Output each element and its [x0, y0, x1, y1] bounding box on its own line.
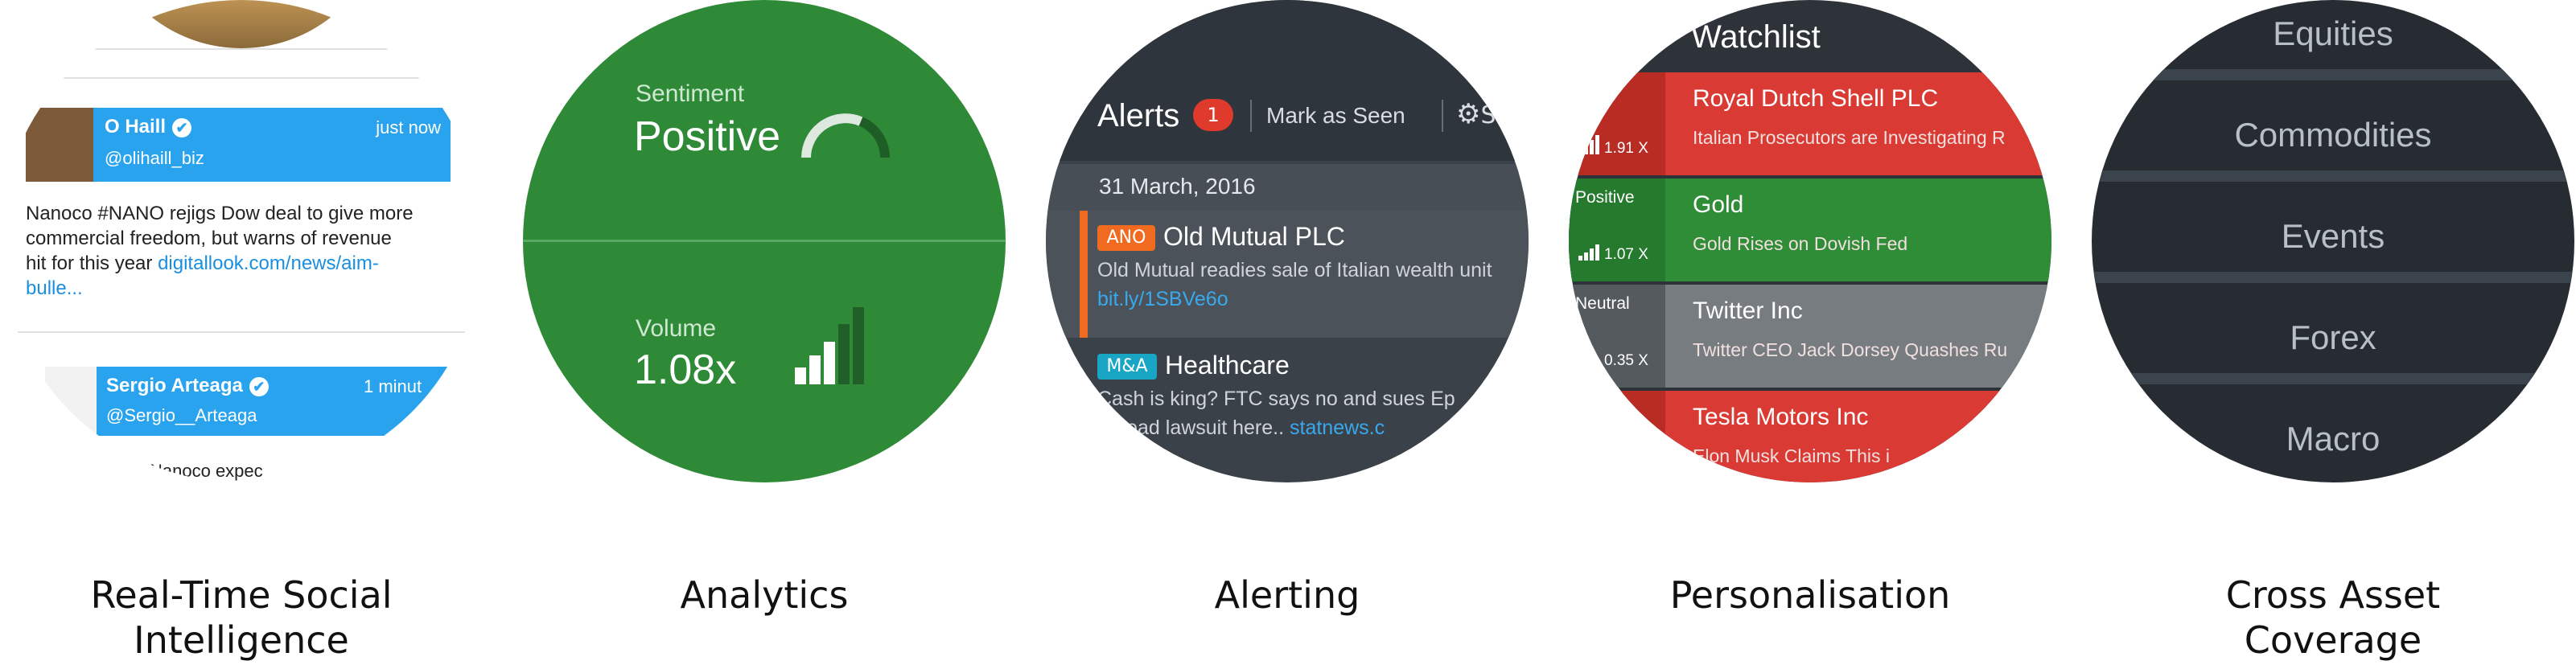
tweet-handle[interactable]: @olihaill_biz — [105, 148, 204, 169]
sentiment-label: Sentiment — [636, 80, 745, 107]
watchlist-sentiment-cell: Neutral 0.35 X — [1569, 285, 1665, 388]
asset-item-events[interactable]: Events — [2092, 217, 2574, 256]
divider — [88, 48, 394, 50]
caption-social: Real-Time Social Intelligence — [90, 573, 393, 662]
volume-value: 1.91 X — [1604, 140, 1648, 157]
cross-asset-circle: Equities Commodities Events Forex Macro — [2092, 0, 2574, 482]
alert-company[interactable]: Healthcare — [1165, 351, 1290, 380]
watchlist-headline: Gold Rises on Dovish Fed — [1693, 233, 1908, 254]
tweet-time: 1 minut — [364, 376, 422, 396]
watchlist-headline: Elon Musk Claims This i — [1693, 445, 1890, 466]
alert-text: Old Mutual readies sale of Italian wealt… — [1097, 259, 1492, 281]
alert-company[interactable]: Old Mutual PLC — [1163, 222, 1345, 252]
tweet-body: Nanoco #NANO rejigs Dow deal to give mor… — [26, 201, 460, 301]
sentiment-label: Neutral — [1575, 294, 1630, 313]
divider — [1250, 100, 1252, 132]
sentiment-label: Positive — [1575, 188, 1635, 207]
alert-tag-ano: ANO — [1097, 225, 1155, 251]
alert-text: Cash is king? FTC says no and sues Ep — [1097, 388, 1455, 410]
tweet-author-name[interactable]: Sergio Arteaga ✔ — [106, 375, 269, 397]
watchlist-sentiment-cell: Positive 1.07 X — [1569, 179, 1665, 281]
tweet-header: Sergio Arteaga ✔ @Sergio__Arteaga 1 minut — [97, 367, 451, 436]
divider — [16, 331, 467, 333]
settings-gear-icon[interactable]: ⚙S — [1456, 98, 1496, 130]
sentiment-label: ative — [1575, 82, 1611, 101]
asset-item-equities[interactable]: Equities — [2092, 14, 2574, 53]
mark-as-seen-button[interactable]: Mark as Seen — [1266, 103, 1405, 129]
profile-photo — [97, 0, 386, 48]
asset-item-commodities[interactable]: Commodities — [2092, 116, 2574, 154]
watchlist-headline: Twitter CEO Jack Dorsey Quashes Ru — [1693, 339, 2008, 360]
volume-bar — [853, 307, 864, 384]
volume-label: Volume — [636, 315, 717, 342]
watchlist-name[interactable]: Twitter Inc — [1693, 298, 1803, 325]
tweet-time: just now — [376, 117, 441, 137]
watchlist-title: Watchlist — [1691, 19, 1821, 55]
watchlist-name[interactable]: Royal Dutch Shell PLC — [1693, 85, 1938, 113]
caption-analytics: Analytics — [680, 573, 849, 617]
alerting-circle: Alerts 1 Mark as Seen ⚙S 31 March, 2016 … — [1046, 0, 1529, 482]
volume-bar — [795, 367, 806, 384]
alert-link[interactable]: bit.ly/1SBVe6o — [1097, 288, 1228, 311]
tweet-link-continued[interactable]: bulle... — [26, 276, 460, 301]
personalisation-circle: Watchlist ative 1.91 X Royal Dutch Shell… — [1569, 0, 2051, 482]
divider — [56, 77, 426, 79]
volume-value: 1.08x — [634, 347, 737, 393]
asset-item-macro[interactable]: Macro — [2092, 420, 2574, 458]
alerts-title: Alerts — [1097, 98, 1180, 133]
volume-bar — [809, 355, 821, 384]
sentiment-gauge-icon — [801, 113, 890, 158]
divider — [523, 240, 1006, 242]
volume-value: 0.35 X — [1604, 352, 1648, 369]
watchlist-row[interactable]: ative 1.91 X Royal Dutch Shell PLC Itali… — [1569, 72, 2051, 175]
watchlist-name[interactable]: Gold — [1693, 191, 1743, 219]
caption-personalisation: Personalisation — [1669, 573, 1951, 617]
divider — [2092, 272, 2574, 283]
alert-tag-ma: M&A — [1097, 354, 1157, 380]
watchlist-sentiment-cell: ative 1.91 X — [1569, 72, 1665, 175]
divider — [2092, 373, 2574, 384]
divider — [2092, 170, 2574, 182]
watchlist-row[interactable]: Neutral 0.35 X Twitter Inc Twitter CEO J… — [1569, 285, 2051, 388]
asset-item-forex[interactable]: Forex — [2092, 318, 2574, 357]
caption-alerting: Alerting — [1214, 573, 1360, 617]
alerts-header — [1046, 0, 1529, 161]
analytics-circle: Sentiment Positive Volume 1.08x — [523, 0, 1006, 482]
watchlist-name[interactable]: Tesla Motors Inc — [1693, 404, 1868, 431]
alert-text-continued: ... read lawsuit here.. statnews.c — [1097, 417, 1385, 439]
avatar[interactable] — [26, 108, 93, 182]
verified-icon: ✔ — [249, 376, 269, 396]
social-intelligence-circle: O Haill ✔ @olihaill_biz just now Nanoco #… — [0, 0, 483, 482]
verified-icon: ✔ — [172, 117, 192, 137]
volume-bars-icon — [1578, 135, 1599, 154]
alert-link[interactable]: statnews.c — [1290, 417, 1385, 439]
divider — [2092, 69, 2574, 80]
tweet-header: O Haill ✔ @olihaill_biz just now — [93, 108, 451, 182]
watchlist-headline: Italian Prosecutors are Investigating R — [1693, 127, 2006, 148]
volume-bar — [824, 342, 835, 384]
alert-count-badge: 1 — [1193, 99, 1233, 131]
avatar[interactable] — [45, 367, 97, 436]
volume-value: 1.07 X — [1604, 246, 1648, 263]
tweet-body: Nanoco expec — [150, 461, 263, 481]
watchlist-sentiment-cell — [1569, 391, 1665, 482]
volume-bars-icon — [1578, 241, 1599, 261]
volume-bar — [838, 324, 850, 384]
caption-coverage: Cross Asset Coverage — [2225, 573, 2441, 662]
watchlist-row[interactable]: Tesla Motors Inc Elon Musk Claims This i — [1569, 391, 2051, 482]
alert-highlight-bar — [1080, 211, 1088, 338]
sentiment-value: Positive — [634, 113, 781, 160]
alert-date: 31 March, 2016 — [1099, 174, 1256, 199]
watchlist-row[interactable]: Positive 1.07 X Gold Gold Rises on Dovis… — [1569, 179, 2051, 281]
tweet-handle[interactable]: @Sergio__Arteaga — [106, 405, 257, 426]
divider — [1442, 100, 1443, 132]
tweet-link[interactable]: digitallook.com/news/aim- — [158, 252, 379, 274]
tweet-author-name[interactable]: O Haill ✔ — [105, 116, 192, 138]
